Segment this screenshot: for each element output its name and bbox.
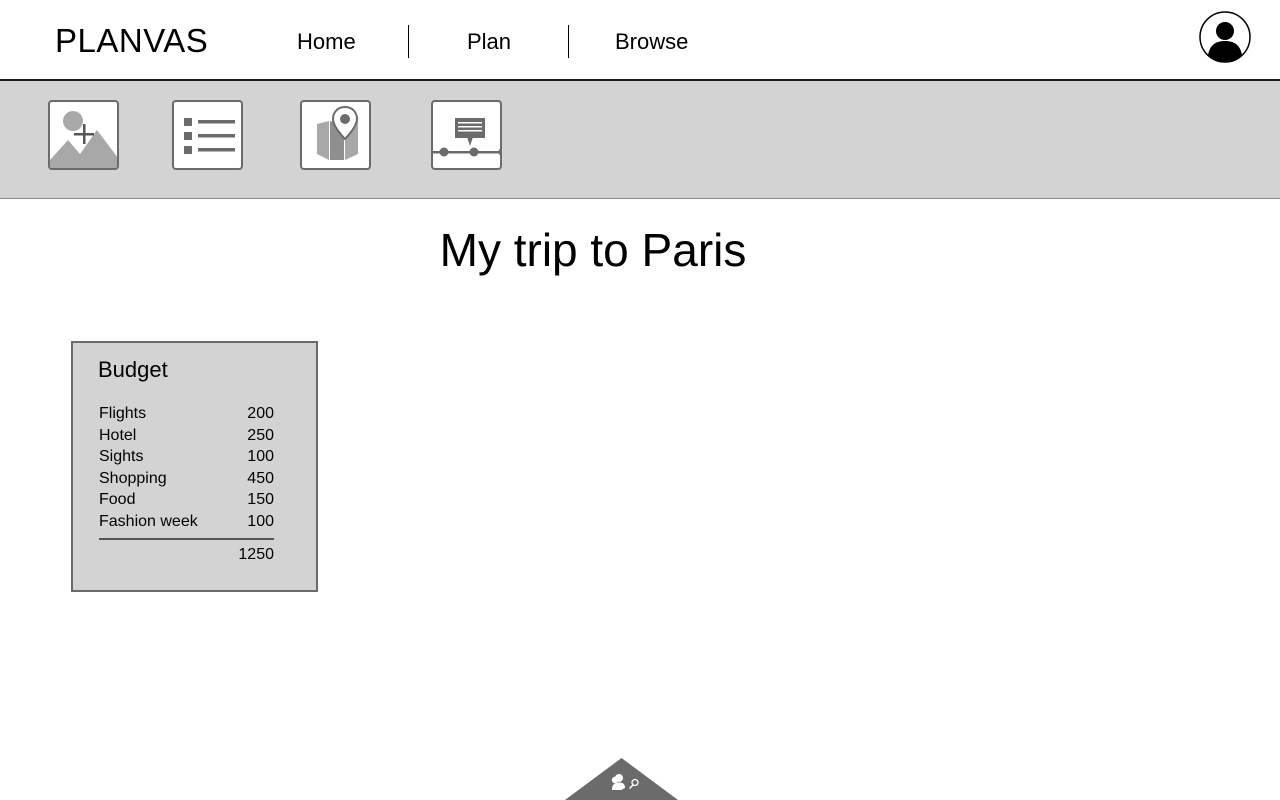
budget-item-label: Hotel	[99, 426, 137, 444]
add-list-button[interactable]	[172, 100, 243, 170]
budget-row: Sights 100	[99, 446, 274, 468]
nav-divider	[408, 25, 409, 58]
budget-list: Flights 200 Hotel 250 Sights 100 Shoppin…	[99, 403, 274, 533]
add-timeline-button[interactable]	[431, 100, 502, 170]
trip-title[interactable]: My trip to Paris	[0, 222, 1186, 278]
top-header: PLANVAS Home Plan Browse	[0, 0, 1280, 81]
app-logo[interactable]: PLANVAS	[55, 21, 208, 61]
budget-item-value: 250	[247, 426, 274, 444]
nav-browse[interactable]: Browse	[615, 28, 688, 56]
collaborators-search-tab[interactable]	[565, 758, 678, 800]
canvas-toolbar	[0, 81, 1280, 199]
budget-row: Shopping 450	[99, 468, 274, 490]
add-image-button[interactable]	[48, 100, 119, 170]
budget-total: 1250	[238, 546, 274, 563]
budget-row: Flights 200	[99, 403, 274, 425]
nav-home[interactable]: Home	[297, 28, 356, 56]
nav-plan[interactable]: Plan	[467, 28, 511, 56]
budget-item-value: 100	[247, 512, 274, 530]
budget-item-label: Shopping	[99, 469, 167, 487]
budget-row: Food 150	[99, 489, 274, 511]
budget-row: Fashion week 100	[99, 511, 274, 533]
add-map-button[interactable]	[300, 100, 371, 170]
budget-item-value: 150	[247, 491, 274, 509]
budget-row: Hotel 250	[99, 425, 274, 447]
budget-item-value: 450	[247, 469, 274, 487]
budget-total-divider	[99, 538, 274, 540]
budget-item-value: 200	[247, 405, 274, 422]
user-avatar-icon[interactable]	[1199, 11, 1251, 63]
budget-title: Budget	[98, 357, 168, 382]
budget-item-value: 100	[247, 448, 274, 466]
budget-item-label: Fashion week	[99, 512, 198, 530]
budget-widget[interactable]: Budget Flights 200 Hotel 250 Sights 100 …	[71, 341, 318, 592]
budget-item-label: Sights	[99, 448, 144, 466]
page: PLANVAS Home Plan Browse My trip to Pari…	[0, 0, 1280, 800]
nav-divider	[568, 25, 569, 58]
budget-item-label: Flights	[99, 405, 147, 422]
budget-item-label: Food	[99, 491, 136, 509]
